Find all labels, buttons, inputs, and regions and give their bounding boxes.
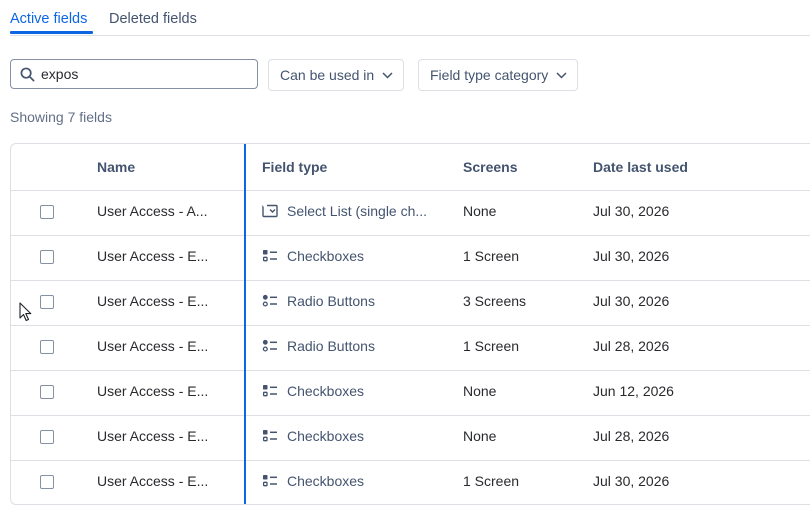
can-be-used-in-dropdown[interactable]: Can be used in	[268, 59, 405, 91]
field-date-last-used: Jul 30, 2026	[593, 248, 670, 264]
field-screens[interactable]: 1 Screen	[463, 473, 519, 489]
tab-deleted-fields[interactable]: Deleted fields	[109, 11, 197, 27]
field-name[interactable]: User Access - A...	[97, 203, 221, 219]
mouse-pointer-icon	[19, 302, 32, 322]
checkboxes-icon	[262, 429, 278, 448]
field-date-last-used: Jul 30, 2026	[593, 473, 670, 489]
field-name[interactable]: User Access - E...	[97, 383, 221, 399]
field-screens[interactable]: None	[463, 203, 496, 219]
table-header: Name Field type Screens Date last used	[11, 144, 810, 191]
chevron-down-icon	[556, 71, 567, 79]
field-type-category-dropdown[interactable]: Field type category	[418, 59, 579, 91]
table-row[interactable]: User Access - E... Checkboxes 1 Screen Jul …	[11, 460, 810, 504]
field-date-last-used: Jul 28, 2026	[593, 338, 670, 354]
field-type: Radio Buttons	[287, 293, 375, 309]
field-type: Checkboxes	[287, 248, 365, 264]
radio-buttons-icon	[262, 339, 278, 358]
table-row[interactable]: User Access - E... Checkboxes None Jun 12, …	[11, 370, 810, 416]
table-row[interactable]: User Access - E... Radio Buttons 1 Screen J…	[11, 325, 810, 371]
checkboxes-icon	[262, 474, 278, 493]
table-row[interactable]: User Access - E... Radio Buttons 3 Screens…	[11, 280, 810, 326]
column-resize-handle[interactable]	[244, 144, 246, 504]
field-type: Checkboxes	[287, 428, 365, 444]
row-checkbox[interactable]	[40, 475, 54, 489]
field-screens[interactable]: 1 Screen	[463, 338, 519, 354]
radio-buttons-icon	[262, 294, 278, 313]
field-name[interactable]: User Access - E...	[97, 293, 221, 309]
column-header-name[interactable]: Name	[97, 159, 135, 175]
table-row[interactable]: User Access - E... Checkboxes 1 Screen Jul …	[11, 235, 810, 281]
checkboxes-icon	[262, 384, 278, 403]
field-date-last-used: Jul 30, 2026	[593, 203, 670, 219]
row-checkbox[interactable]	[40, 250, 54, 264]
field-date-last-used: Jul 30, 2026	[593, 293, 670, 309]
column-header-date-last-used[interactable]: Date last used	[593, 159, 688, 175]
select-list-icon	[262, 204, 278, 223]
field-type: Checkboxes	[287, 473, 365, 489]
field-screens[interactable]: 3 Screens	[463, 293, 526, 309]
table-row[interactable]: User Access - E... Checkboxes None Jul 28, …	[11, 415, 810, 461]
field-name[interactable]: User Access - E...	[97, 338, 221, 354]
field-date-last-used: Jul 28, 2026	[593, 428, 670, 444]
search-icon	[20, 67, 35, 82]
field-type: Checkboxes	[287, 383, 365, 399]
table-row[interactable]: User Access - A... Select List (single ch…	[11, 190, 810, 236]
results-count: Showing 7 fields	[10, 109, 112, 125]
field-screens[interactable]: 1 Screen	[463, 248, 519, 264]
field-type-category-label: Field type category	[430, 67, 549, 83]
field-type: Select List (single ch...	[287, 203, 428, 219]
column-header-field-type[interactable]: Field type	[262, 159, 327, 175]
row-checkbox[interactable]	[40, 295, 54, 309]
can-be-used-in-label: Can be used in	[280, 67, 375, 83]
row-checkbox[interactable]	[40, 340, 54, 354]
fields-table: Name Field type Screens Date last used U…	[10, 143, 810, 505]
tab-active-fields[interactable]: Active fields	[10, 11, 87, 27]
checkboxes-icon	[262, 249, 278, 268]
search-field[interactable]	[10, 59, 258, 89]
active-tab-indicator	[10, 31, 93, 34]
field-type: Radio Buttons	[287, 338, 375, 354]
field-screens[interactable]: None	[463, 383, 496, 399]
row-checkbox[interactable]	[40, 385, 54, 399]
row-checkbox[interactable]	[40, 205, 54, 219]
field-name[interactable]: User Access - E...	[97, 473, 221, 489]
field-date-last-used: Jun 12, 2026	[593, 383, 674, 399]
field-name[interactable]: User Access - E...	[97, 428, 221, 444]
column-header-screens[interactable]: Screens	[463, 159, 517, 175]
tab-bar: Active fields Deleted fields	[10, 0, 810, 36]
field-screens[interactable]: None	[463, 428, 496, 444]
row-checkbox[interactable]	[40, 430, 54, 444]
chevron-down-icon	[382, 71, 393, 79]
search-input[interactable]	[41, 60, 251, 88]
field-name[interactable]: User Access - E...	[97, 248, 221, 264]
